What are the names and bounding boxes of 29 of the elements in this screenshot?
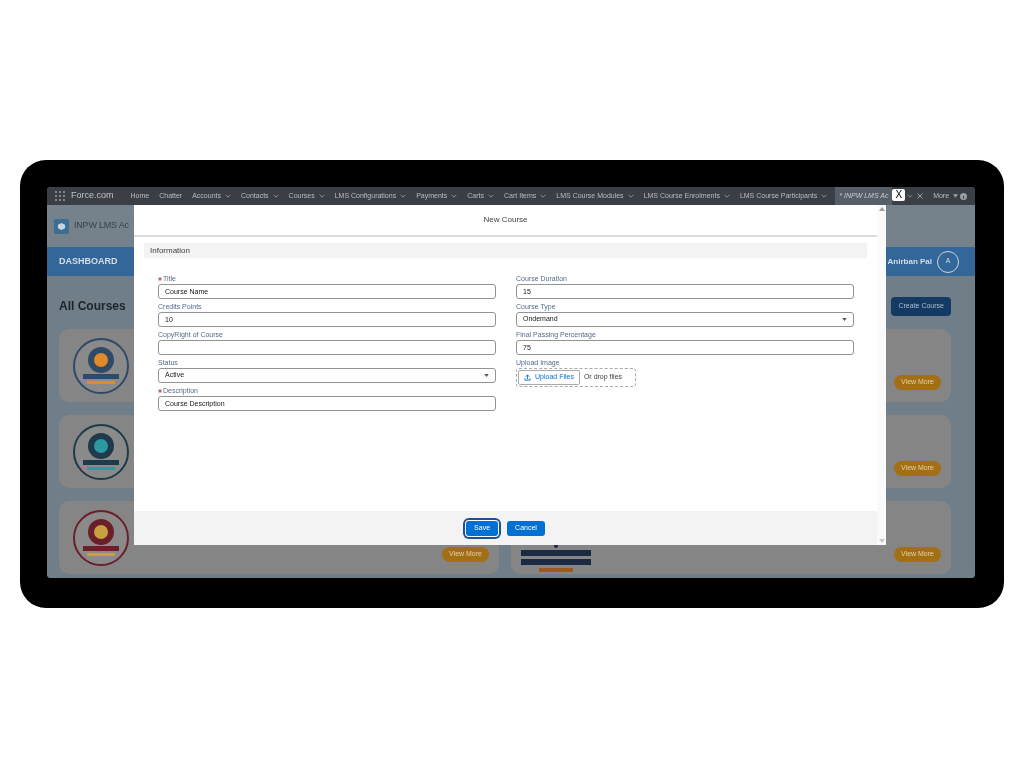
user-name: Anirban Pal [887,255,932,268]
chevron-icon[interactable] [451,194,458,198]
scroll-up-icon[interactable] [878,207,885,211]
chevron-icon[interactable] [224,194,231,198]
chevron-icon[interactable] [540,194,547,198]
close-button[interactable]: X [892,188,906,201]
chevron-icon[interactable] [821,194,828,198]
dropdown-icon [484,374,489,377]
chevron-icon[interactable] [400,194,407,198]
section-header: Information [144,243,867,258]
scrollbar[interactable] [877,205,886,545]
chevron-icon[interactable] [723,194,730,198]
app-name: Force.com [71,189,114,203]
chevron-icon[interactable] [488,194,494,198]
chevron-icon[interactable] [272,194,279,198]
modal-title: New Course [134,205,877,237]
caret-icon[interactable] [953,194,959,198]
app-launcher-icon[interactable] [55,191,65,201]
cube-icon [54,218,69,234]
scroll-down-icon[interactable] [878,539,885,543]
chevron-icon[interactable] [907,194,914,198]
chevron-icon[interactable] [627,194,634,198]
chevron-icon[interactable] [318,194,325,198]
input-field[interactable] [158,340,496,355]
dashboard-tab[interactable]: DASHBOARD [59,254,118,269]
upload-icon [524,374,531,381]
page-heading: All Courses [59,298,126,315]
dropdown-icon [842,318,847,321]
close-icon[interactable] [917,193,924,199]
